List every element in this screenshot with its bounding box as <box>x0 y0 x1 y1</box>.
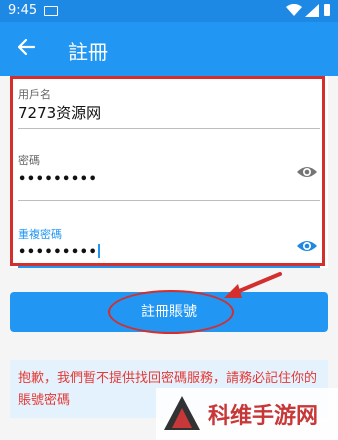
username-label: 用戶名 <box>18 88 51 101</box>
confirm-password-input[interactable]: ••••••••• <box>18 244 101 260</box>
confirm-password-label: 重複密碼 <box>18 228 62 241</box>
wifi-icon <box>286 4 302 16</box>
confirm-password-value: ••••••••• <box>18 245 98 260</box>
show-confirm-password-eye-icon[interactable] <box>296 238 318 254</box>
password-input[interactable]: ••••••••• <box>18 172 97 187</box>
battery-icon <box>324 4 330 16</box>
confirm-password-field[interactable]: 重複密碼 ••••••••• <box>10 200 328 268</box>
page-title: 註冊 <box>68 40 108 64</box>
password-label: 密碼 <box>18 154 40 167</box>
signal-icon <box>305 4 319 17</box>
text-cursor <box>98 244 101 258</box>
watermark: 科维手游网 <box>156 388 338 440</box>
username-field[interactable]: 用戶名 7273资源网 <box>10 76 328 128</box>
watermark-logo-icon <box>164 396 200 430</box>
keyboard-icon <box>44 6 58 16</box>
show-password-eye-icon[interactable] <box>296 164 318 180</box>
registration-form: 用戶名 7273资源网 密碼 ••••••••• 重複密碼 ••••••••• <box>10 76 328 268</box>
annotation-arrow <box>224 272 282 298</box>
status-bar: 9:45 <box>0 0 338 22</box>
username-input[interactable]: 7273资源网 <box>18 102 101 123</box>
back-arrow-icon[interactable] <box>16 37 36 57</box>
annotation-ellipse <box>108 290 234 334</box>
status-time: 9:45 <box>8 3 38 18</box>
watermark-text: 科维手游网 <box>208 404 319 429</box>
password-field[interactable]: 密碼 ••••••••• <box>10 128 328 200</box>
app-bar: 註冊 <box>0 22 338 76</box>
confirm-password-underline <box>18 266 320 268</box>
